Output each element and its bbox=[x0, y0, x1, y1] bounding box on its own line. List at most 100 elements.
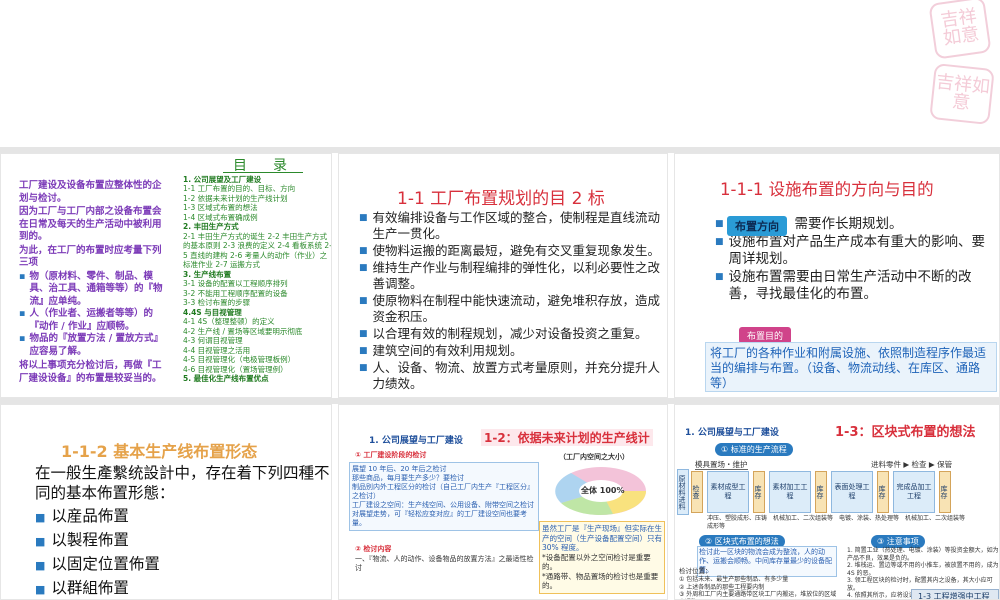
layout-form-text: 以製程佈置 bbox=[51, 531, 129, 549]
check-item: ① 包括未来、最生产那些制品、有多少量 bbox=[679, 576, 789, 583]
slide-thumbnail-2[interactable]: 1-1 工厂布置规划的目 2 标 ■ 有效编排设备与工作区域的整合，使制程是直线流… bbox=[338, 153, 668, 398]
direction-item: ■ 设施布置需要由日常生产活动中不断的改善，寻找最佳化的布置。 bbox=[715, 269, 997, 303]
slide-thumbnail-6[interactable]: 1. 公司展望与工厂建设 1-3：区块式布置的想法 ① 标准的生产流程 模具置场… bbox=[674, 404, 1000, 600]
toc-item: 3. 生产线布置 bbox=[183, 269, 232, 279]
layout-forms-list: 在一般生產繫统設計中，存在着下列四種不同的基本佈置形態： ■ 以産品佈置 ■ 以製程佈… bbox=[35, 463, 330, 599]
slide-thumbnail-5[interactable]: 1. 公司展望与工厂建设 1-2：依据未来计划的生产线计 ① 工厂建设阶段的检讨… bbox=[338, 404, 668, 600]
layout-intro: 在一般生產繫统設計中，存在着下列四種不同的基本佈置形態： bbox=[35, 464, 330, 502]
direction-text: 设施布置需要由日常生产活动中不断的改善，寻找最佳化的布置。 bbox=[728, 269, 972, 302]
flow-check-box: 检查 bbox=[691, 471, 703, 513]
flow-check-box: 库存 bbox=[877, 471, 889, 513]
check-list: ① 包括未来、最生产那些制品、有多少量 ② 上述各制品的那些工程要内制 ③ 外周和工… bbox=[679, 576, 839, 599]
flow-process-note: 机械加工、二次组装等 bbox=[905, 515, 966, 522]
slide-thumbnail-1[interactable]: 工厂建设及设备布置应整体性的企划与检讨。 因为工厂与工厂内部之设备布置会在日常及… bbox=[0, 153, 332, 398]
planning-list: 展望 10 年后、20 年后之检讨 那些商品，每月要生产多少？要检讨 制品别内外工程… bbox=[349, 462, 539, 531]
intro-bullet: ▪ 人（作业者、运搬者等等）的『动作 / 作业』应顺畅。 bbox=[19, 308, 153, 332]
bullet-icon: ■ bbox=[35, 559, 46, 572]
objective-text: 人、设备、物流、放置方式考量原则，并充分提升人力绩效。 bbox=[372, 360, 661, 391]
flow-process-box: 素材加工工程 bbox=[769, 471, 811, 513]
bullet-icon: ▪ bbox=[19, 333, 26, 344]
flow-top-left: 模具置场・维护 bbox=[695, 460, 748, 470]
objective-text: 维持生产作业与制程编排的弹性化，以利必要性之改善调整。 bbox=[372, 260, 661, 291]
toc-item: 1-4 区域式布置确成例 bbox=[183, 212, 258, 222]
flow-check-box: 库存 bbox=[753, 471, 765, 513]
bullet-icon: ■ bbox=[715, 272, 724, 282]
intro-paragraph: 为此，在工厂的布置时应考量下列三项 bbox=[19, 244, 162, 269]
slide-title: 1-1 工厂布置规划的目 2 标 bbox=[397, 189, 605, 209]
toc-item: 4-2 生产线 / 置场等区域要明示彻底 bbox=[183, 326, 303, 336]
intro-text: 工厂建设及设备布置应整体性的企划与检讨。 因为工厂与工厂内部之设备布置会在日常及… bbox=[19, 180, 169, 386]
layout-form-text: 以固定位置佈置 bbox=[51, 555, 160, 573]
toc-item: 3-3 检讨布置的步骤 bbox=[183, 298, 251, 307]
toc-item: 3-2 不能用工程顺序配置的设备 bbox=[183, 288, 288, 298]
objective-item: ■ 使物料运搬的距离最短，避免有交叉重复现象发生。 bbox=[359, 243, 664, 259]
objective-item: ■ 以合理有效的制程规划，减少对设备投资之重复。 bbox=[359, 326, 664, 342]
check-label: 检讨位置： bbox=[679, 567, 712, 575]
bullet-icon: ■ bbox=[35, 535, 46, 548]
toc-item: 4-3 何谓目视管理 bbox=[183, 336, 243, 345]
planning-item: 对展望走势，可『轻松应变对应』的工厂建设空间也要考量。 bbox=[352, 510, 527, 527]
intro-paragraph: 因为工厂与工厂内部之设备布置会在日常及每天的生产活动中被利用到的。 bbox=[19, 206, 162, 242]
flow-top-right: 进料零件 ▶ 检查 ▶ 保管 bbox=[871, 460, 953, 469]
caution-item: 1. 简置工业（热处理、电镀、涂装）等投资金额大，如为产品不良，效果是负的。 bbox=[847, 547, 999, 562]
bullet-icon: ▪ bbox=[19, 308, 26, 319]
section-heading: ① 标准的生产流程 bbox=[715, 443, 793, 456]
toc-list: 1. 公司展望及工厂建设 1-1 工厂布置的目的、目标、方向 1-2 依据未来计划的… bbox=[183, 175, 331, 384]
section-heading: ① 工厂建设阶段的检讨 bbox=[355, 451, 427, 459]
table-of-contents: 目 录 1. 公司展望及工厂建设 1-1 工厂布置的目的、目标、方向 1-2 依据未… bbox=[183, 159, 331, 384]
objective-item: ■ 人、设备、物流、放置方式考量原则，并充分提升人力绩效。 bbox=[359, 360, 664, 392]
review-item: 一、『物流、人的动作、设备物品的放置方法』之最适性检讨 bbox=[355, 555, 534, 572]
slide-title: 1-1-1 设施布置的方向与目的 bbox=[720, 180, 934, 199]
slide-title: 1-3：区块式布置的想法 bbox=[835, 425, 976, 440]
objective-text: 以合理有效的制程规划，减少对设备投资之重复。 bbox=[372, 326, 648, 341]
bullet-icon: ■ bbox=[35, 583, 46, 596]
objectives-list: ■ 有效编排设备与工作区域的整合，使制程是直线流动生产一贯化。 ■ 使物料运搬的距离最… bbox=[359, 210, 664, 393]
toc-item: 4-5 目视管理化（电极管理板例） bbox=[183, 355, 296, 364]
objective-item: ■ 使原物料在制程中能快速流动，避免堆积存放，造成资金积压。 bbox=[359, 293, 664, 325]
toc-item: 4-1 4S（整理整顿）的定义 bbox=[183, 317, 275, 326]
slide-thumbnail-4[interactable]: 1-1-2 基本生产线布置形态 在一般生產繫统設計中，存在着下列四種不同的基本佈… bbox=[0, 404, 332, 600]
intro-bullet: ▪ 物（原材料、零件、制品、模具、治工具、通箱等等）的『物流』应单纯。 bbox=[19, 270, 163, 307]
layout-items: ■ 以産品佈置 ■ 以製程佈置 ■ 以固定位置佈置 ■ 以群組佈置 bbox=[35, 505, 330, 599]
decorative-seal-top-right: 吉祥如意 bbox=[928, 0, 992, 60]
section-heading: ② 检讨内容 bbox=[355, 545, 392, 553]
slide-title: 1-2：依据未来计划的生产线计 bbox=[481, 429, 653, 446]
objective-text: 使原物料在制程中能快速流动，避免堆积存放，造成资金积压。 bbox=[372, 293, 661, 324]
layout-form-text: 以群組佈置 bbox=[51, 579, 129, 597]
footer-caption: 1-3 工程增强中工程配置 bbox=[911, 589, 999, 599]
space-pie-chart: 全体 100% bbox=[551, 463, 651, 519]
intro-bullet: ▪ 物品的『放置方法 / 置放方式』应容易了解。 bbox=[19, 333, 164, 357]
flow-process-box: 素材成型工程 bbox=[707, 471, 749, 513]
purpose-box: 将工厂的各种作业和附属设施、依照制造程序作最适当的编排与布置。（设备、物流动线、… bbox=[705, 342, 997, 392]
bullet-icon: ■ bbox=[359, 263, 368, 273]
layout-form-item: ■ 以産品佈置 bbox=[35, 505, 330, 529]
bullet-icon: ■ bbox=[359, 346, 368, 356]
toc-item: 5. 最佳化生产线布置优点 bbox=[183, 374, 269, 383]
flow-process-box: 表面处理工程 bbox=[831, 471, 873, 513]
bullet-icon: ■ bbox=[359, 246, 368, 256]
objective-item: ■ 建筑空间的有效利用规划。 bbox=[359, 343, 664, 359]
slide-thumbnail-3[interactable]: 1-1-1 设施布置的方向与目的 ■ 需要作长期规划。 ■ 设施布置对产品生产成本有重… bbox=[674, 153, 1000, 398]
layout-form-text: 以産品佈置 bbox=[51, 507, 129, 525]
chart-center-label: 全体 100% bbox=[581, 486, 625, 495]
planning-item: 那些商品，每月要生产多少？要检讨 bbox=[352, 474, 464, 482]
toc-item: 4.4S 与目视管理 bbox=[183, 307, 242, 317]
slide-title: 1-1-2 基本生产线布置形态 bbox=[61, 442, 258, 461]
bullet-icon: ▪ bbox=[19, 270, 26, 282]
check-item: ② 上述各制品的那些工程要内制 bbox=[679, 583, 765, 591]
flow-check-box: 库存 bbox=[939, 471, 951, 513]
note-title: 虽然工厂是『生产现场』但实际在生产的空间（生产设备配置空间）只有 30% 程度。 bbox=[542, 524, 662, 552]
toc-item: 3-1 设备的配置以工程顺序排列 bbox=[183, 279, 288, 288]
direction-tag: 布置方向 bbox=[727, 216, 787, 236]
direction-text: 设施布置对产品生产成本有重大的影响、要周详规划。 bbox=[728, 234, 986, 267]
toc-item: 1-2 依据未来计划的生产线计划 bbox=[183, 193, 288, 203]
planning-item: 工厂建设之空间：生产线空间、公用设备、附带空间之检讨 bbox=[352, 501, 534, 509]
bullet-icon: ■ bbox=[359, 329, 368, 339]
caution-item: 2. 堆栈运、置边等或不用的小推车，被放置不用的，成为 4S 的恶。 bbox=[847, 562, 999, 577]
flow-process-note: 机械加工、二次组装等 bbox=[773, 515, 834, 522]
intro-paragraph: 工厂建设及设备布置应整体性的企划与检讨。 bbox=[19, 180, 162, 204]
bullet-icon: ■ bbox=[359, 363, 368, 373]
bullet-icon: ■ bbox=[359, 296, 368, 306]
layout-form-item: ■ 以固定位置佈置 bbox=[35, 553, 330, 577]
intro-footer: 将以上事项充分检讨后，再做『工厂建设设备』的布置是较妥当的。 bbox=[19, 360, 162, 384]
